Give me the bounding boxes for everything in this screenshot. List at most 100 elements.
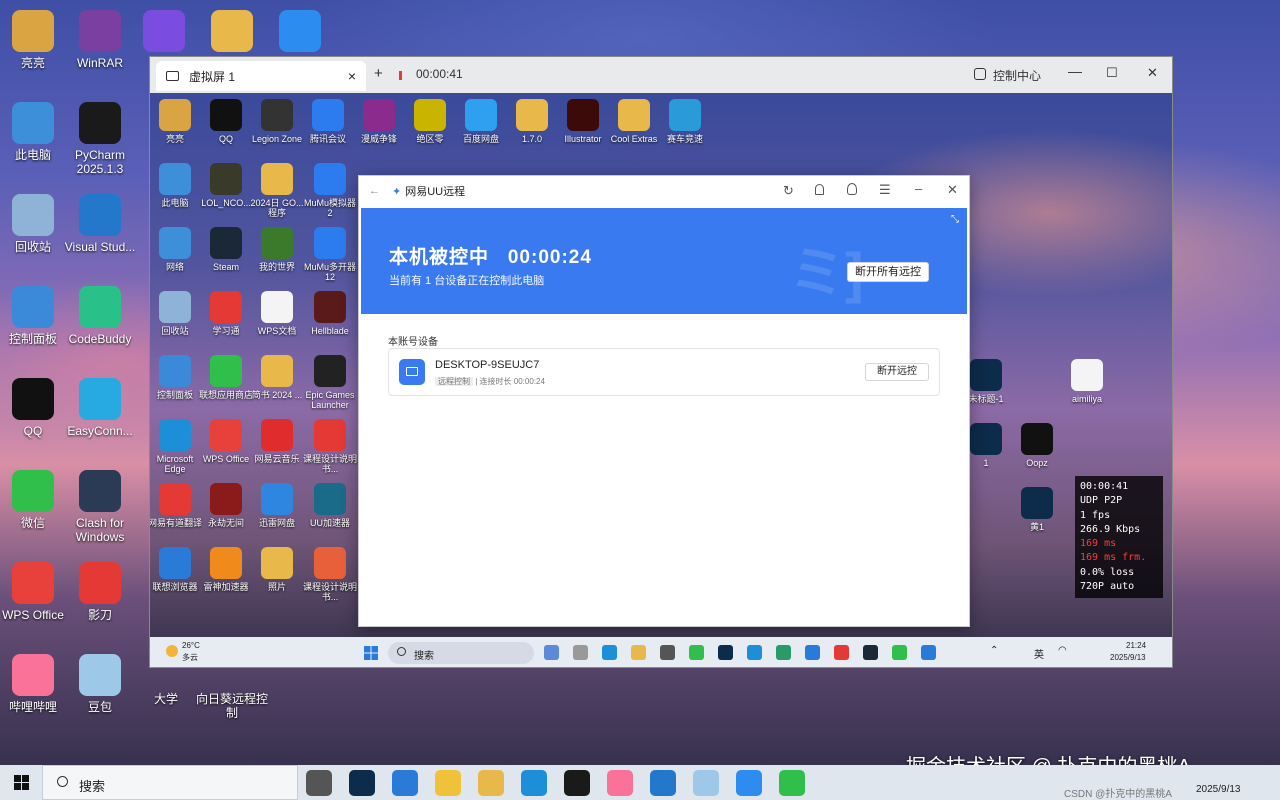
remote-desktop-icon[interactable]: Cool Extras bbox=[607, 99, 661, 144]
desktop-icon[interactable]: EasyConn... bbox=[64, 378, 136, 438]
desktop-icon[interactable] bbox=[128, 10, 200, 56]
remote-desktop-icon[interactable]: MuMu模拟器 2 bbox=[303, 163, 357, 218]
remote-desktop-icon[interactable]: 联想应用商店 bbox=[199, 355, 253, 400]
remote-desktop-icon[interactable]: WPS文档 bbox=[250, 291, 304, 336]
remote-desktop-view[interactable]: 亮亮 QQ Legion Zone 腾讯会议 漫威争锋 绝区零 百度网盘 1.7.0 Illus… bbox=[150, 93, 1172, 667]
remote-desktop-icon[interactable]: MuMu多开器 12 bbox=[303, 227, 357, 282]
desktop-icon[interactable]: 微信 bbox=[0, 470, 69, 530]
remote-desktop-icon[interactable]: 简书 2024 ... bbox=[250, 355, 304, 400]
remote-taskbar-app-icon[interactable] bbox=[747, 645, 762, 660]
disconnect-button[interactable]: 断开远控 bbox=[865, 363, 929, 381]
tray-chevron-icon[interactable]: ⌃ bbox=[990, 645, 998, 656]
remote-desktop-icon[interactable]: 赛车竞速 bbox=[658, 99, 712, 144]
desktop-icon[interactable] bbox=[196, 10, 268, 56]
remote-desktop-icon[interactable]: 控制面板 bbox=[150, 355, 202, 400]
remote-desktop-icon[interactable]: 亮亮 bbox=[150, 99, 202, 144]
remote-desktop-icon[interactable]: 黄1 bbox=[1010, 487, 1064, 532]
remote-taskbar-app-icon[interactable] bbox=[602, 645, 617, 660]
close-button[interactable]: ✕ bbox=[1147, 65, 1158, 81]
taskbar-app-icon[interactable] bbox=[564, 770, 590, 796]
refresh-icon[interactable]: ↻ bbox=[783, 183, 794, 199]
taskbar-app-icon[interactable] bbox=[650, 770, 676, 796]
taskbar-app-icon[interactable] bbox=[736, 770, 762, 796]
back-arrow-icon[interactable]: ← bbox=[369, 185, 380, 197]
windows-start-icon[interactable] bbox=[14, 775, 29, 790]
remote-desktop-icon[interactable]: 1.7.0 bbox=[505, 99, 559, 144]
desktop-icon[interactable]: PyCharm 2025.1.3 bbox=[64, 102, 136, 176]
taskbar-app-icon[interactable] bbox=[521, 770, 547, 796]
desktop-icon[interactable]: WPS Office bbox=[0, 562, 69, 622]
taskbar-app-icon[interactable] bbox=[349, 770, 375, 796]
remote-desktop-icon[interactable]: 迅雷网盘 bbox=[250, 483, 304, 528]
remote-desktop-icon[interactable]: 回收站 bbox=[150, 291, 202, 336]
remote-desktop-icon[interactable]: WPS Office bbox=[199, 419, 253, 464]
desktop-icon[interactable]: WinRAR bbox=[64, 10, 136, 70]
bell-icon[interactable] bbox=[815, 184, 824, 195]
remote-taskbar-app-icon[interactable] bbox=[863, 645, 878, 660]
start-icon[interactable] bbox=[364, 646, 378, 660]
desktop-icon[interactable]: Clash for Windows bbox=[64, 470, 136, 544]
user-icon[interactable] bbox=[847, 183, 857, 195]
remote-desktop-icon[interactable]: aimiliya bbox=[1060, 359, 1114, 404]
uu-minimize-button[interactable]: – bbox=[915, 181, 922, 196]
remote-desktop-icon[interactable]: 课程设计说明书... bbox=[303, 547, 357, 602]
maximize-button[interactable]: ☐ bbox=[1106, 65, 1118, 81]
remote-desktop-icon[interactable]: Illustrator bbox=[556, 99, 610, 144]
remote-desktop-icon[interactable]: LOL_NCO... bbox=[199, 163, 253, 208]
desktop-icon[interactable]: 此电脑 bbox=[0, 102, 69, 162]
tab-virtual-screen[interactable]: 虚拟屏 1 × bbox=[156, 61, 366, 91]
desktop-icon[interactable]: 回收站 bbox=[0, 194, 69, 254]
remote-ime-indicator[interactable]: 英 bbox=[1034, 646, 1044, 661]
remote-desktop-icon[interactable]: 课程设计说明书... bbox=[303, 419, 357, 474]
remote-taskbar-app-icon[interactable] bbox=[718, 645, 733, 660]
remote-taskbar-app-icon[interactable] bbox=[834, 645, 849, 660]
desktop-icon[interactable] bbox=[264, 10, 336, 56]
desktop-icon[interactable]: QQ bbox=[0, 378, 69, 438]
taskbar-app-icon[interactable] bbox=[478, 770, 504, 796]
taskbar-app-icon[interactable] bbox=[779, 770, 805, 796]
desktop-icon[interactable]: 控制面板 bbox=[0, 286, 69, 346]
remote-desktop-icon[interactable]: UU加速器 bbox=[303, 483, 357, 528]
remote-desktop-icon[interactable]: 2024日 GO... 程序 bbox=[250, 163, 304, 218]
remote-desktop-icon[interactable]: 网易有道翻译 bbox=[150, 483, 202, 528]
remote-taskbar-app-icon[interactable] bbox=[631, 645, 646, 660]
remote-desktop-window[interactable]: 虚拟屏 1 × + 00:00:41 控制中心 — ☐ ✕ 亮亮 QQ Legion… bbox=[149, 56, 1173, 668]
taskbar-app-icon[interactable] bbox=[693, 770, 719, 796]
remote-desktop-icon[interactable]: Epic Games Launcher bbox=[303, 355, 357, 410]
remote-desktop-icon[interactable]: 漫威争锋 bbox=[352, 99, 406, 144]
expand-icon[interactable]: ⤡ bbox=[951, 214, 959, 225]
remote-desktop-icon[interactable]: 腾讯会议 bbox=[301, 99, 355, 144]
main-search-box[interactable]: 搜索 bbox=[42, 765, 298, 800]
taskbar-app-icon[interactable] bbox=[392, 770, 418, 796]
remote-search-box[interactable]: 搜索 bbox=[388, 642, 534, 664]
remote-desktop-icon[interactable]: 学习通 bbox=[199, 291, 253, 336]
remote-desktop-icon[interactable]: 百度网盘 bbox=[454, 99, 508, 144]
remote-taskbar-app-icon[interactable] bbox=[892, 645, 907, 660]
remote-desktop-icon[interactable]: Microsoft Edge bbox=[150, 419, 202, 474]
wifi-icon[interactable]: ◠ bbox=[1058, 645, 1067, 656]
control-center-icon[interactable] bbox=[974, 68, 986, 80]
remote-taskbar-app-icon[interactable] bbox=[660, 645, 675, 660]
remote-taskbar-app-icon[interactable] bbox=[544, 645, 559, 660]
remote-desktop-icon[interactable]: 雷神加速器 bbox=[199, 547, 253, 592]
remote-desktop-icon[interactable]: 绝区零 bbox=[403, 99, 457, 144]
uu-close-button[interactable]: ✕ bbox=[947, 182, 958, 198]
remote-desktop-icon[interactable]: Steam bbox=[199, 227, 253, 272]
desktop-icon[interactable]: 亮亮 bbox=[0, 10, 69, 70]
desktop-icon[interactable]: 大学 bbox=[130, 692, 202, 706]
taskbar-app-icon[interactable] bbox=[306, 770, 332, 796]
desktop-icon[interactable]: Visual Stud... bbox=[64, 194, 136, 254]
control-center-button[interactable]: 控制中心 bbox=[993, 67, 1041, 84]
remote-desktop-icon[interactable]: QQ bbox=[199, 99, 253, 144]
remote-taskbar-app-icon[interactable] bbox=[921, 645, 936, 660]
remote-desktop-icon[interactable]: 照片 bbox=[250, 547, 304, 592]
disconnect-all-button[interactable]: 断开所有远控 bbox=[847, 262, 929, 282]
desktop-icon[interactable]: 影刀 bbox=[64, 562, 136, 622]
remote-taskbar-app-icon[interactable] bbox=[776, 645, 791, 660]
tab-close-icon[interactable]: × bbox=[348, 68, 356, 84]
desktop-icon[interactable]: 向日葵远程控制 bbox=[196, 692, 268, 720]
remote-desktop-icon[interactable]: 联想浏览器 bbox=[150, 547, 202, 592]
remote-desktop-icon[interactable]: 永劫无间 bbox=[199, 483, 253, 528]
remote-desktop-icon[interactable]: Oopz bbox=[1010, 423, 1064, 468]
new-tab-button[interactable]: + bbox=[374, 65, 383, 82]
